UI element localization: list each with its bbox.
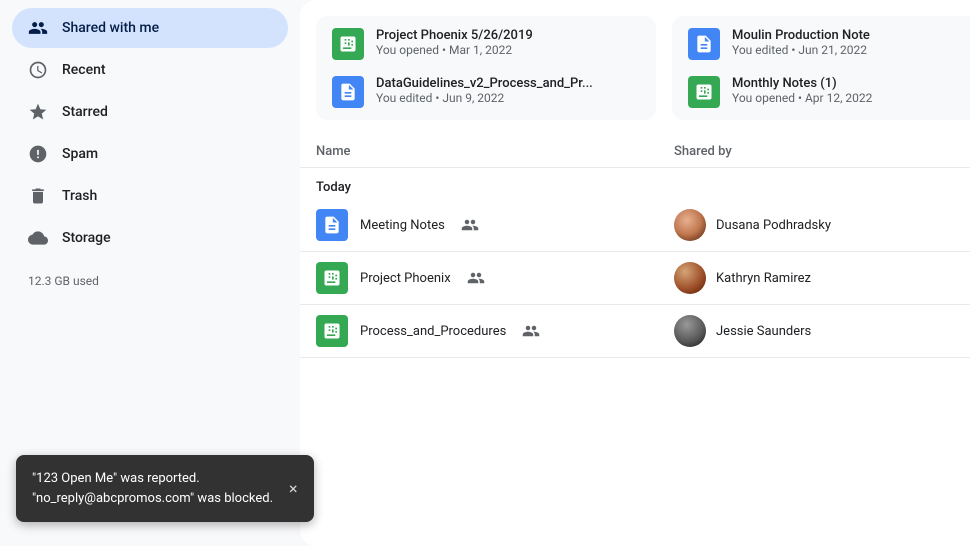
sidebar-item-spam-label: Spam xyxy=(62,146,98,162)
file-name-meeting-notes: Meeting Notes xyxy=(316,209,674,241)
sidebar-item-trash-label: Trash xyxy=(62,188,97,204)
doc-icon xyxy=(316,209,348,241)
shared-people-icon xyxy=(461,216,479,234)
card-item-meta: You edited • Jun 9, 2022 xyxy=(376,91,593,105)
card-item-info: Moulin Production Note You edited • Jun … xyxy=(732,28,870,57)
storage-used: 12.3 GB used xyxy=(12,264,288,298)
card-item[interactable]: DataGuidelines_v2_Process_and_Pr... You … xyxy=(332,76,640,108)
card-item-info: Project Phoenix 5/26/2019 You opened • M… xyxy=(376,28,533,57)
card-item-meta: You edited • Jun 21, 2022 xyxy=(732,43,870,57)
file-name: Meeting Notes xyxy=(360,218,445,233)
shared-people-icon xyxy=(522,322,540,340)
sidebar-item-storage-label: Storage xyxy=(62,230,111,246)
clock-icon xyxy=(28,60,48,80)
avatar-jessie xyxy=(674,315,706,347)
cloud-icon xyxy=(28,228,48,248)
table-row[interactable]: Meeting Notes Dusana Podhradsky xyxy=(300,199,970,252)
recent-card-1: Project Phoenix 5/26/2019 You opened • M… xyxy=(316,16,656,120)
toast-text: "123 Open Me" was reported. "no_reply@ab… xyxy=(32,469,273,508)
card-item-meta: You opened • Apr 12, 2022 xyxy=(732,91,872,105)
card-item-name: Moulin Production Note xyxy=(732,28,870,43)
recent-cards-section: Project Phoenix 5/26/2019 You opened • M… xyxy=(300,16,970,136)
section-label-today: Today xyxy=(300,168,970,199)
sidebar-item-starred[interactable]: Starred xyxy=(12,92,288,132)
shared-by-name: Kathryn Ramirez xyxy=(716,271,811,286)
avatar-kathryn xyxy=(674,262,706,294)
shared-by-name: Dusana Podhradsky xyxy=(716,218,831,233)
shared-by-dusana: Dusana Podhradsky xyxy=(674,209,954,241)
card-item-meta: You opened • Mar 1, 2022 xyxy=(376,43,533,57)
sidebar-item-recent[interactable]: Recent xyxy=(12,50,288,90)
doc-icon xyxy=(688,28,720,60)
doc-icon xyxy=(332,76,364,108)
table-col-shared-by: Shared by xyxy=(674,144,954,159)
table-row[interactable]: Project Phoenix Kathryn Ramirez xyxy=(300,252,970,305)
trash-icon xyxy=(28,186,48,206)
table-header: Name Shared by xyxy=(300,136,970,168)
avatar-dusana xyxy=(674,209,706,241)
card-item[interactable]: Monthly Notes (1) You opened • Apr 12, 2… xyxy=(688,76,970,108)
sidebar-item-shared-with-me[interactable]: Shared with me xyxy=(12,8,288,48)
card-item-name: Project Phoenix 5/26/2019 xyxy=(376,28,533,43)
sheets-icon xyxy=(688,76,720,108)
toast-notification: "123 Open Me" was reported. "no_reply@ab… xyxy=(16,455,314,522)
file-name: Project Phoenix xyxy=(360,271,451,286)
person-icon xyxy=(28,18,48,38)
card-item-name: Monthly Notes (1) xyxy=(732,76,872,91)
sidebar-item-spam[interactable]: Spam xyxy=(12,134,288,174)
sheets-icon xyxy=(332,28,364,60)
sidebar-item-starred-label: Starred xyxy=(62,104,108,120)
star-icon xyxy=(28,102,48,122)
toast-line1: "123 Open Me" was reported. xyxy=(32,471,200,486)
table-row[interactable]: Process_and_Procedures Jessie Saunders xyxy=(300,305,970,358)
sheets-icon xyxy=(316,315,348,347)
card-item-info: DataGuidelines_v2_Process_and_Pr... You … xyxy=(376,76,593,105)
sidebar-item-trash[interactable]: Trash xyxy=(12,176,288,216)
file-name: Process_and_Procedures xyxy=(360,324,506,339)
sidebar-item-storage[interactable]: Storage xyxy=(12,218,288,258)
shared-by-name: Jessie Saunders xyxy=(716,324,811,339)
sidebar-item-recent-label: Recent xyxy=(62,62,106,78)
toast-close-button[interactable]: × xyxy=(289,477,298,501)
recent-card-2: Moulin Production Note You edited • Jun … xyxy=(672,16,970,120)
shared-by-jessie: Jessie Saunders xyxy=(674,315,954,347)
file-name-project-phoenix: Project Phoenix xyxy=(316,262,674,294)
card-item[interactable]: Project Phoenix 5/26/2019 You opened • M… xyxy=(332,28,640,60)
card-item-name: DataGuidelines_v2_Process_and_Pr... xyxy=(376,76,593,91)
main-content: Project Phoenix 5/26/2019 You opened • M… xyxy=(300,0,970,546)
toast-line2: "no_reply@abcpromos.com" was blocked. xyxy=(32,491,273,506)
file-name-process-procedures: Process_and_Procedures xyxy=(316,315,674,347)
spam-icon xyxy=(28,144,48,164)
card-item[interactable]: Moulin Production Note You edited • Jun … xyxy=(688,28,970,60)
sidebar-item-shared-with-me-label: Shared with me xyxy=(62,20,159,36)
table-col-name: Name xyxy=(316,144,674,159)
sheets-icon xyxy=(316,262,348,294)
shared-by-kathryn: Kathryn Ramirez xyxy=(674,262,954,294)
shared-people-icon xyxy=(467,269,485,287)
card-item-info: Monthly Notes (1) You opened • Apr 12, 2… xyxy=(732,76,872,105)
